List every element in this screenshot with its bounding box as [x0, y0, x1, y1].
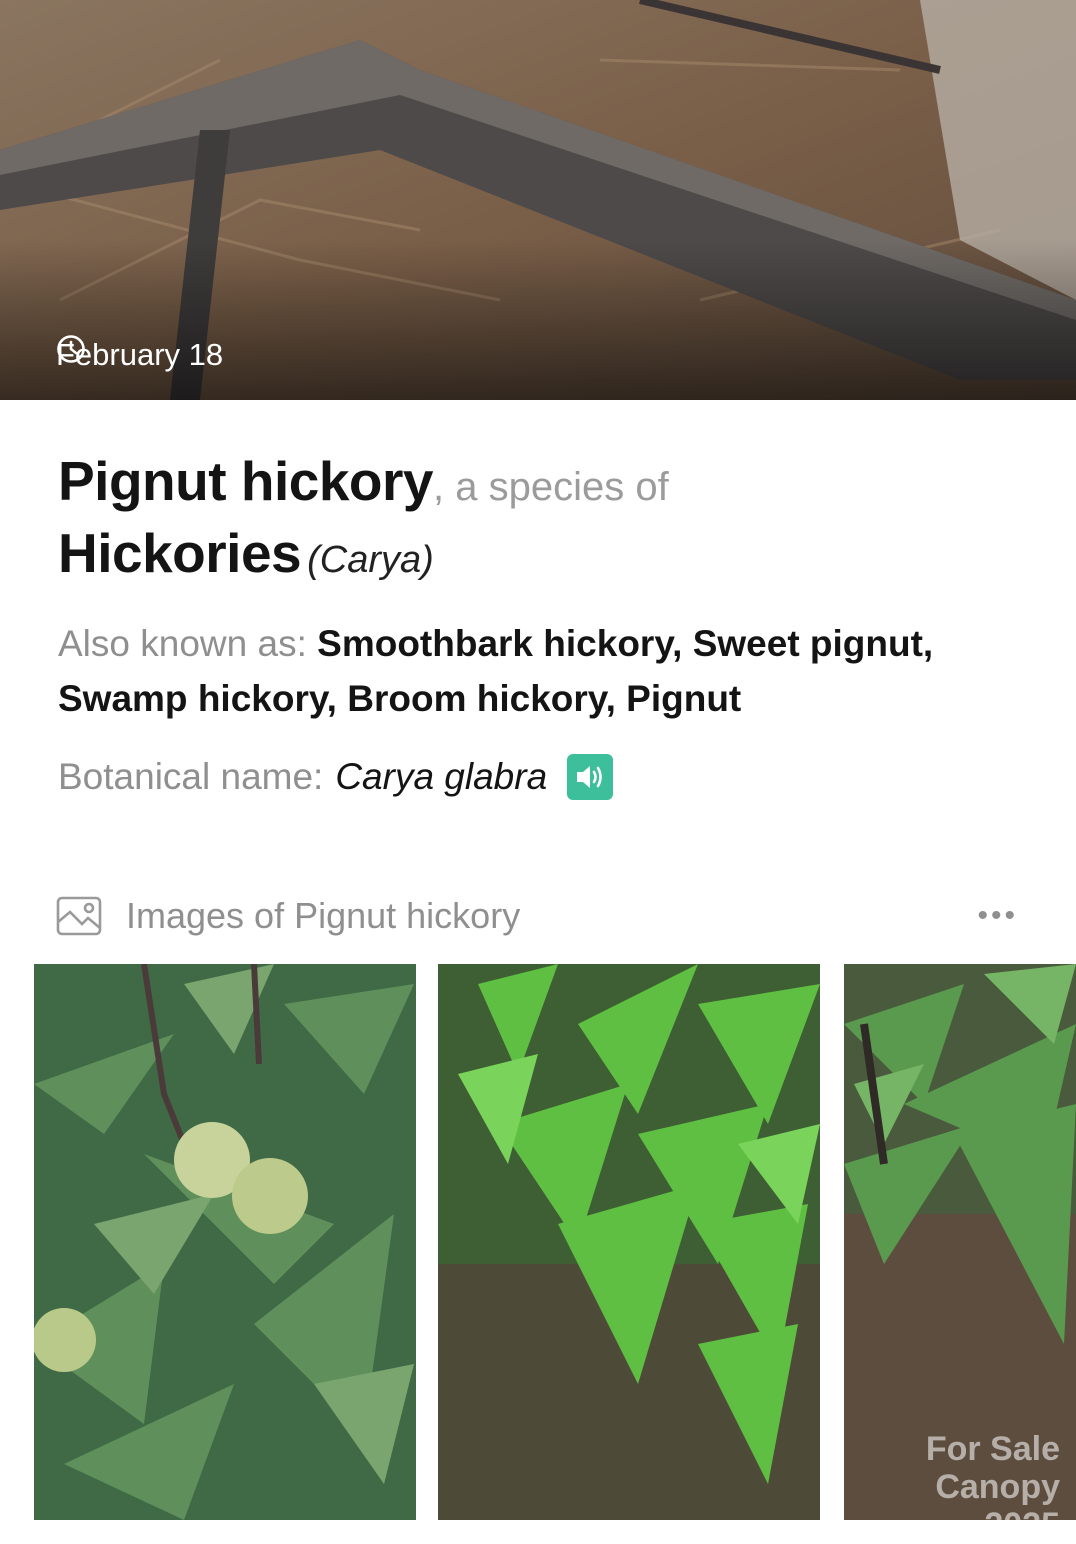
watermark-line-1: For Sale	[925, 1430, 1060, 1468]
watermark-line-2: Canopy 2025	[935, 1468, 1060, 1544]
botanical-name: Botanical name: Carya glabra	[58, 752, 614, 802]
hero-date: February 18	[56, 334, 223, 376]
title-line-2: Hickories (Carya)	[58, 520, 1038, 593]
image-thumbnail-1[interactable]	[34, 964, 416, 1520]
clock-icon	[57, 335, 85, 363]
speaker-button[interactable]	[567, 754, 614, 800]
hero-photo[interactable]: February 18	[0, 0, 1076, 400]
genus-latin-name: (Carya)	[307, 539, 434, 581]
images-section-title: Images of Pignut hickory	[126, 895, 521, 936]
title-line-1: Pignut hickory, a species of	[58, 448, 1038, 520]
common-name: Pignut hickory	[58, 450, 434, 512]
images-section-header: Images of Pignut hickory •••	[56, 890, 1018, 942]
thumbnail-1-image	[34, 964, 416, 1520]
aka-label: Also known as:	[58, 623, 318, 664]
botanical-value: Carya glabra	[335, 756, 548, 797]
species-title: Pignut hickory, a species of Hickories (C…	[58, 448, 1038, 593]
botanical-label: Botanical name:	[58, 756, 324, 797]
gallery-icon	[56, 896, 102, 936]
title-connector: , a species of	[433, 465, 669, 509]
watermark: For Sale Canopy 2025	[880, 1430, 1060, 1544]
also-known-as: Also known as: Smoothbark hickory, Sweet…	[58, 616, 1018, 726]
thumbnail-2-image	[438, 964, 820, 1520]
speaker-icon	[577, 766, 602, 788]
more-options-button[interactable]: •••	[977, 899, 1018, 933]
genus-common-name[interactable]: Hickories	[58, 522, 302, 584]
image-thumbnail-2[interactable]	[438, 964, 820, 1520]
